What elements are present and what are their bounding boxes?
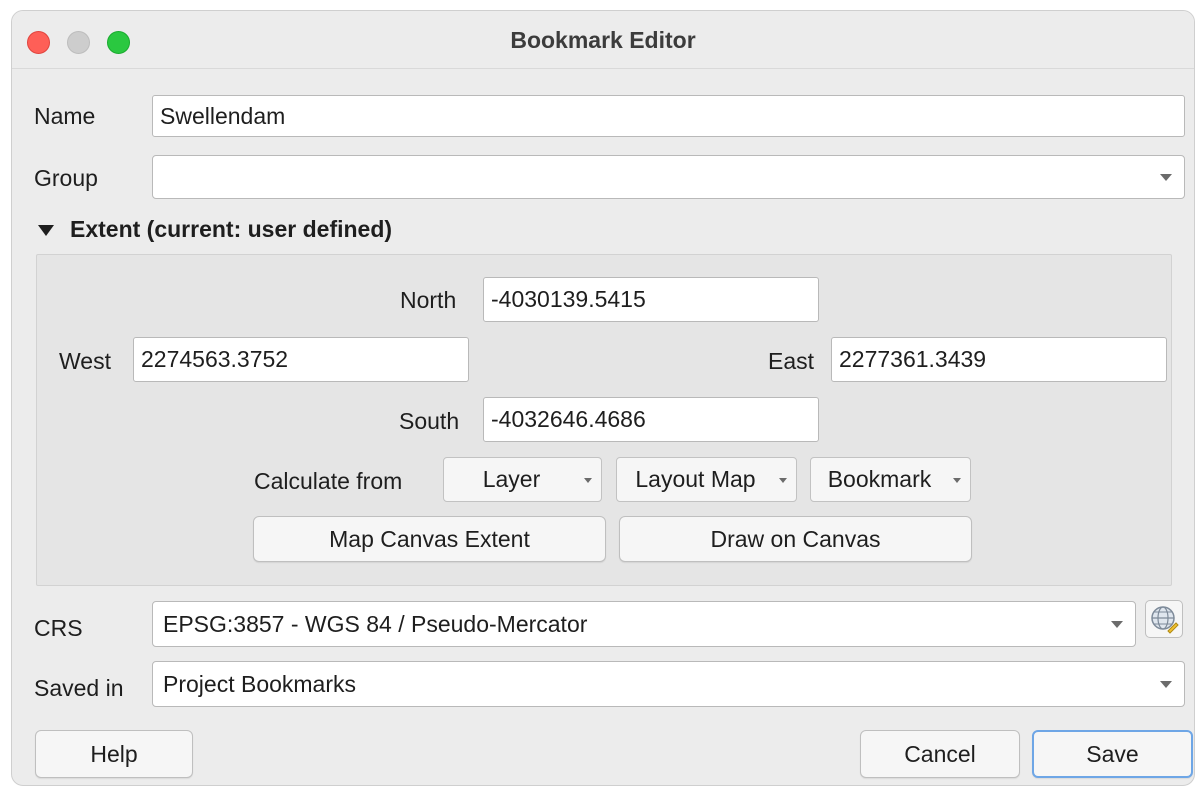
east-label: East (768, 348, 815, 374)
north-label: North (400, 287, 457, 313)
layout-map-button-label: Layout Map (635, 466, 756, 492)
saved-in-combobox[interactable]: Project Bookmarks (152, 661, 1185, 707)
name-input[interactable]: Swellendam (152, 95, 1185, 137)
help-button[interactable]: Help (35, 730, 193, 778)
bookmark-extent-button[interactable]: Bookmark (810, 457, 971, 502)
extent-section-toggle[interactable]: Extent (current: user defined) (38, 214, 392, 244)
layer-extent-button[interactable]: Layer (443, 457, 602, 502)
globe-crs-icon (1151, 606, 1179, 634)
extent-section-title: Extent (current: user defined) (70, 216, 393, 242)
west-label: West (59, 348, 111, 374)
south-input[interactable]: -4032646.4686 (483, 397, 819, 442)
group-label: Group (34, 165, 98, 191)
map-canvas-extent-button[interactable]: Map Canvas Extent (253, 516, 606, 562)
east-input[interactable]: 2277361.3439 (831, 337, 1167, 382)
saved-in-label: Saved in (34, 675, 124, 701)
name-label: Name (34, 103, 96, 129)
title-bar: Bookmark Editor (12, 11, 1194, 69)
saved-in-value: Project Bookmarks (163, 671, 357, 697)
crs-selector-button[interactable] (1145, 600, 1183, 638)
west-input[interactable]: 2274563.3752 (133, 337, 469, 382)
calculate-from-label: Calculate from (254, 468, 403, 494)
chevron-down-icon (584, 477, 592, 483)
south-label: South (399, 408, 460, 434)
bookmark-button-label: Bookmark (827, 466, 932, 492)
bookmark-editor-dialog: Bookmark Editor Name Swellendam Group Ex… (11, 10, 1195, 786)
collapse-triangle-icon (38, 225, 54, 237)
group-combobox[interactable] (152, 155, 1185, 199)
crs-label: CRS (34, 615, 83, 641)
crs-value: EPSG:3857 - WGS 84 / Pseudo-Mercator (163, 611, 588, 637)
chevron-down-icon (1160, 174, 1172, 181)
chevron-down-icon (1160, 681, 1172, 688)
layout-map-extent-button[interactable]: Layout Map (616, 457, 797, 502)
chevron-down-icon (953, 477, 961, 483)
layer-button-label: Layer (482, 466, 541, 492)
north-input[interactable]: -4030139.5415 (483, 277, 819, 322)
chevron-down-icon (779, 477, 787, 483)
chevron-down-icon (1111, 621, 1123, 628)
save-button[interactable]: Save (1032, 730, 1193, 778)
draw-on-canvas-button[interactable]: Draw on Canvas (619, 516, 972, 562)
cancel-button[interactable]: Cancel (860, 730, 1020, 778)
window-title: Bookmark Editor (510, 27, 696, 53)
crs-combobox[interactable]: EPSG:3857 - WGS 84 / Pseudo-Mercator (152, 601, 1136, 647)
